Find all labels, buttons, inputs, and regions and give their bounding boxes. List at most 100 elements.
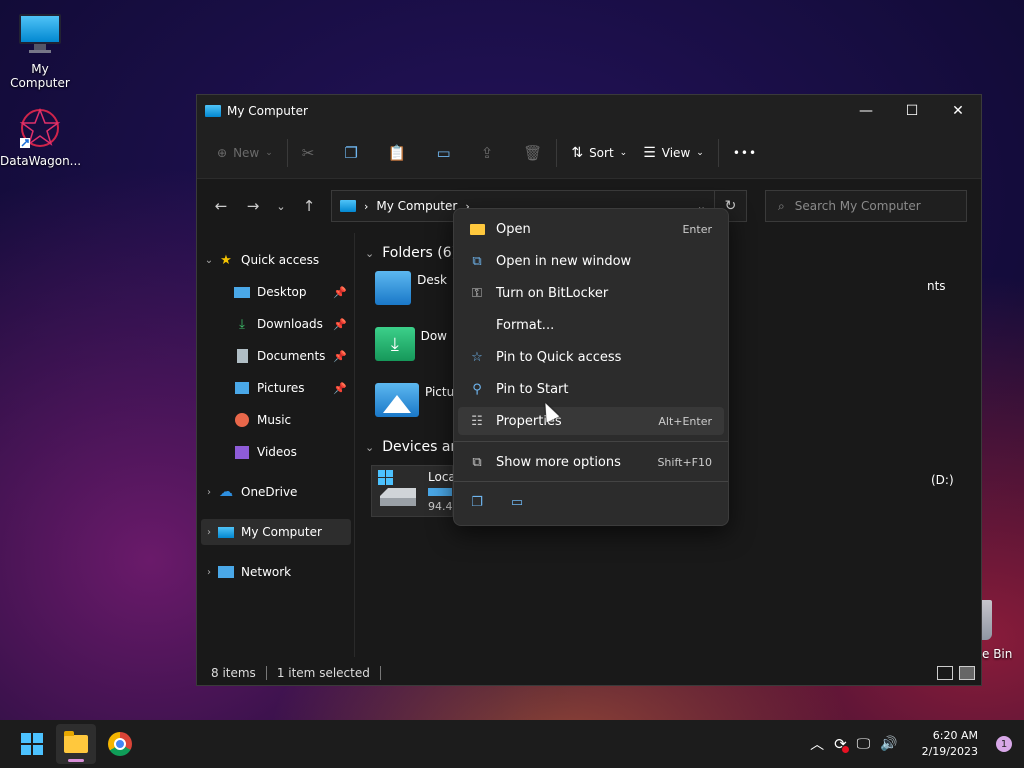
menu-item-properties[interactable]: ☷ Properties Alt+Enter [458,407,724,435]
monitor-icon [18,14,62,58]
arrow-left-icon: ← [214,197,228,215]
nav-item-quick-access[interactable]: ⌄ ★ Quick access [201,247,351,273]
new-label: New [233,145,260,160]
format-icon [468,316,486,334]
nav-item-network[interactable]: › Network [201,559,351,585]
key-drive-icon: ⚿ [472,285,482,301]
drive-tile-local-disk[interactable]: Loca 94.4 [371,465,456,517]
cut-button[interactable]: ✂ [294,136,323,170]
desktop-icon-datawagon[interactable]: DataWagon... [0,106,81,168]
pictures-icon [233,380,251,396]
chevron-right-icon[interactable]: › [201,567,217,578]
folder-tile-desktop[interactable]: Desk [375,271,447,315]
new-button[interactable]: ⊕ New ⌄ [209,136,281,170]
rename-icon[interactable]: ▭ [508,493,526,511]
share-icon: ⇪ [480,143,494,162]
nav-item-desktop[interactable]: Desktop 📌 [201,279,351,305]
nav-item-downloads[interactable]: ⤓ Downloads 📌 [201,311,351,337]
window-title: My Computer [227,104,308,118]
menu-item-format[interactable]: Format... [458,311,724,339]
details-view-icon[interactable] [937,666,953,680]
chevron-right-icon[interactable]: › [201,487,217,498]
network-display-icon[interactable]: 🖵 [857,736,871,752]
document-icon [233,348,251,364]
pin-icon[interactable]: 📌 [333,318,347,331]
pin-icon[interactable]: 📌 [333,286,347,299]
folders-section-header[interactable]: ⌄ Folders (6) [365,245,457,261]
close-button[interactable]: ✕ [935,95,981,127]
show-more-icon: ⧉ [472,454,482,470]
start-button[interactable] [12,724,52,764]
menu-item-pin-quick-access[interactable]: ☆ Pin to Quick access [458,343,724,371]
view-list-icon: ☰ [643,144,656,161]
nav-item-label: OneDrive [241,485,298,499]
taskbar-chrome[interactable] [100,724,140,764]
nav-item-label: Quick access [241,253,320,267]
status-bar: 8 items 1 item selected [197,661,981,685]
maximize-button[interactable]: ☐ [889,95,935,127]
title-bar[interactable]: My Computer — ☐ ✕ [197,95,981,127]
nav-item-documents[interactable]: Documents 📌 [201,343,351,369]
more-options-button[interactable]: ••• [725,136,765,170]
nav-item-label: Desktop [257,285,307,299]
more-dots-icon: ••• [732,145,758,160]
chevron-down-icon[interactable]: ⌄ [201,255,217,266]
music-icon [233,412,251,428]
datawagon-logo-icon [18,106,62,150]
arrow-up-icon: ↑ [302,197,316,215]
rename-button[interactable]: ▭ [429,136,459,170]
folder-tile-pictures[interactable]: Pictu [375,383,454,427]
navigation-pane: ⌄ ★ Quick access Desktop 📌 ⤓ Downloads 📌… [197,233,355,657]
tiles-view-icon[interactable] [959,666,975,680]
menu-item-bitlocker[interactable]: ⚿ Turn on BitLocker [458,279,724,307]
search-input[interactable]: ⌕ Search My Computer [765,190,967,222]
delete-button[interactable]: 🗑 [515,136,550,170]
forward-button[interactable]: → [237,190,269,222]
menu-item-label: Turn on BitLocker [496,285,609,301]
desktop-icon-my-computer[interactable]: My Computer [0,10,80,90]
nav-item-label: Downloads [257,317,323,331]
clock-date: 2/19/2023 [921,745,978,758]
menu-item-pin-start[interactable]: ⚲ Pin to Start [458,375,724,403]
folder-tile-downloads[interactable]: ⤓ Dow [375,327,447,371]
sort-arrows-icon: ⇅ [571,144,584,161]
copy-icon[interactable]: ❐ [468,493,486,511]
clock[interactable]: 6:20 AM 2/19/2023 [922,728,978,760]
pin-icon[interactable]: 📌 [333,350,347,363]
share-button[interactable]: ⇪ [473,136,502,170]
view-button[interactable]: ☰ View ⌄ [635,136,712,170]
up-button[interactable]: ↑ [293,190,325,222]
minimize-button[interactable]: — [843,95,889,127]
copy-button[interactable]: ❐ [336,136,365,170]
desktop-folder-icon [233,284,251,300]
nav-item-onedrive[interactable]: › ☁ OneDrive [201,479,351,505]
menu-item-show-more-options[interactable]: ⧉ Show more options Shift+F10 [458,448,724,476]
pin-icon: ⚲ [472,381,482,397]
download-arrow-icon: ⤓ [239,316,245,332]
back-button[interactable]: ← [205,190,237,222]
copy-icon: ❐ [344,143,358,162]
menu-item-open-new-window[interactable]: ⧉ Open in new window [458,247,724,275]
clock-time: 6:20 AM [932,729,978,742]
notification-badge[interactable]: 1 [996,736,1012,752]
breadcrumb-my-computer[interactable]: My Computer [376,199,457,213]
pin-icon[interactable]: 📌 [333,382,347,395]
sort-button[interactable]: ⇅ Sort ⌄ [563,136,635,170]
nav-item-videos[interactable]: Videos [201,439,351,465]
volume-icon[interactable]: 🔊 [880,736,897,752]
sync-alert-icon[interactable]: ⟳ [834,735,849,753]
nav-item-pictures[interactable]: Pictures 📌 [201,375,351,401]
rename-icon: ▭ [436,143,451,162]
file-explorer-icon [64,731,88,753]
nav-item-my-computer[interactable]: › My Computer [201,519,351,545]
menu-item-open[interactable]: Open Enter [458,215,724,243]
taskbar-file-explorer[interactable] [56,724,96,764]
properties-icon: ☷ [471,413,483,429]
chevron-up-icon[interactable]: ︿ [810,734,824,754]
recent-locations-button[interactable]: ⌄ [269,190,293,222]
nav-item-music[interactable]: Music [201,407,351,433]
paste-button[interactable]: 📋 [380,136,415,170]
windows-logo-icon [21,733,43,755]
menu-item-label: Open in new window [496,253,632,269]
chevron-right-icon[interactable]: › [201,527,217,538]
